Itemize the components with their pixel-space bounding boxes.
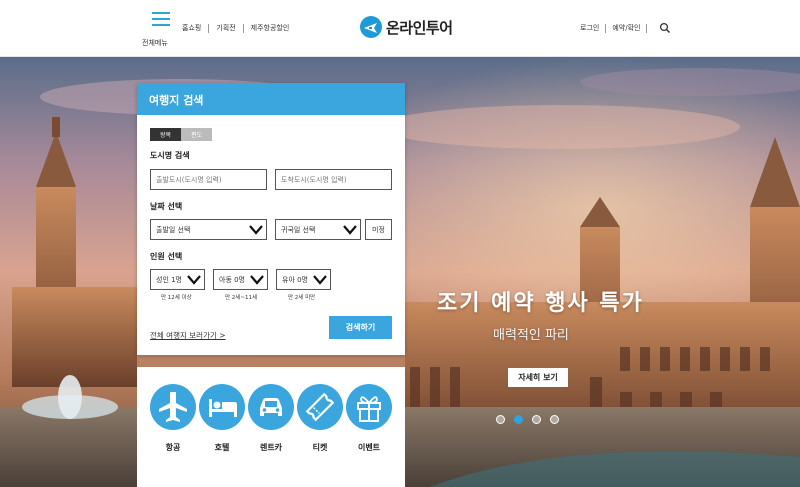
nav-jeju-air-discount[interactable]: 제주항공할인	[251, 23, 290, 33]
date-select-label: 날짜 선택	[150, 202, 183, 211]
site-logo[interactable]: 온라인투어	[360, 16, 453, 38]
slide-dot-active[interactable]	[514, 415, 523, 424]
return-date-value: 귀국일 선택	[281, 225, 316, 234]
nav-special-exhibition[interactable]: 기획전	[216, 23, 235, 33]
nav-divider	[208, 23, 210, 33]
car-icon	[248, 384, 294, 430]
nav-home-shopping[interactable]: 홈쇼핑	[182, 23, 201, 33]
logo-plane-icon	[360, 16, 382, 38]
chevron-down-icon	[187, 274, 201, 285]
child-count-value: 아동 0명	[219, 275, 245, 284]
gift-icon	[346, 384, 392, 430]
category-event[interactable]: 이벤트	[346, 384, 392, 453]
all-destinations-link[interactable]: 전체 여행지 보러가기 >	[150, 330, 226, 341]
top-nav: 홈쇼핑 기획전 제주항공할인	[182, 23, 289, 33]
category-rentcar[interactable]: 렌트카	[248, 384, 294, 453]
airplane-icon	[150, 384, 196, 430]
round-trip-tab[interactable]: 왕복	[150, 128, 181, 141]
reservation-check-link[interactable]: 예약/확인	[612, 23, 640, 33]
site-header: 전체메뉴 홈쇼핑 기획전 제주항공할인 온라인투어 로그인 예약/확인	[0, 0, 800, 57]
search-icon[interactable]	[659, 22, 671, 34]
hero-title: 조기 예약 행사 특가	[437, 291, 644, 316]
return-date-select[interactable]: 귀국일 선택	[275, 219, 361, 240]
slide-dot[interactable]	[496, 415, 505, 424]
adult-count-value: 성인 1명	[156, 275, 182, 284]
slide-indicators	[496, 415, 568, 424]
departure-date-select[interactable]: 출발일 선택	[150, 219, 267, 240]
bed-icon	[199, 384, 245, 430]
category-panel: 항공 호텔 렌트카 티켓 이벤트	[137, 367, 405, 487]
infant-age-hint: 만 2세 미만	[288, 295, 316, 301]
trip-type-toggle: 왕복 편도	[150, 128, 212, 141]
category-label: 호텔	[214, 443, 230, 452]
slide-dot[interactable]	[550, 415, 559, 424]
adult-count-select[interactable]: 성인 1명	[150, 269, 205, 290]
child-age-hint: 만 2세~11세	[225, 295, 258, 301]
arrival-city-input[interactable]	[275, 169, 392, 190]
login-link[interactable]: 로그인	[580, 23, 599, 33]
logo-text: 온라인투어	[386, 18, 453, 37]
departure-city-input[interactable]	[150, 169, 267, 190]
chevron-down-icon	[250, 274, 264, 285]
city-search-label: 도시명 검색	[150, 151, 190, 160]
destination-search-panel: 여행지 검색 왕복 편도 도시명 검색 날짜 선택 출발일 선택 귀국일 선택 …	[137, 83, 405, 355]
all-menu-button[interactable]: 전체메뉴	[142, 12, 176, 47]
people-select-label: 인원 선택	[150, 252, 183, 261]
chevron-down-icon	[249, 224, 263, 235]
category-ticket[interactable]: 티켓	[297, 384, 343, 453]
chevron-down-icon	[313, 274, 327, 285]
nav-divider	[646, 23, 648, 33]
hamburger-icon	[152, 12, 170, 27]
category-label: 티켓	[312, 443, 328, 452]
category-hotel[interactable]: 호텔	[199, 384, 245, 453]
category-label: 렌트카	[259, 443, 283, 452]
all-menu-label: 전체메뉴	[142, 39, 168, 47]
category-label: 이벤트	[357, 443, 381, 452]
adult-age-hint: 만 12세 이상	[161, 295, 192, 301]
nav-divider	[242, 23, 244, 33]
user-nav: 로그인 예약/확인	[580, 22, 671, 34]
category-flight[interactable]: 항공	[150, 384, 196, 453]
departure-date-value: 출발일 선택	[156, 225, 191, 234]
slide-dot[interactable]	[532, 415, 541, 424]
undecided-date-button[interactable]: 미정	[365, 219, 392, 240]
search-submit-button[interactable]: 검색하기	[329, 316, 392, 339]
category-label: 항공	[165, 443, 181, 452]
one-way-tab[interactable]: 편도	[181, 128, 212, 141]
nav-divider	[605, 23, 607, 33]
infant-count-value: 유아 0명	[282, 275, 308, 284]
chevron-down-icon	[343, 224, 357, 235]
ticket-icon	[297, 384, 343, 430]
infant-count-select[interactable]: 유아 0명	[276, 269, 331, 290]
child-count-select[interactable]: 아동 0명	[213, 269, 268, 290]
hero-subtitle: 매력적인 파리	[493, 328, 569, 343]
hero-detail-button[interactable]: 자세히 보기	[508, 368, 568, 387]
search-panel-title: 여행지 검색	[137, 83, 405, 115]
